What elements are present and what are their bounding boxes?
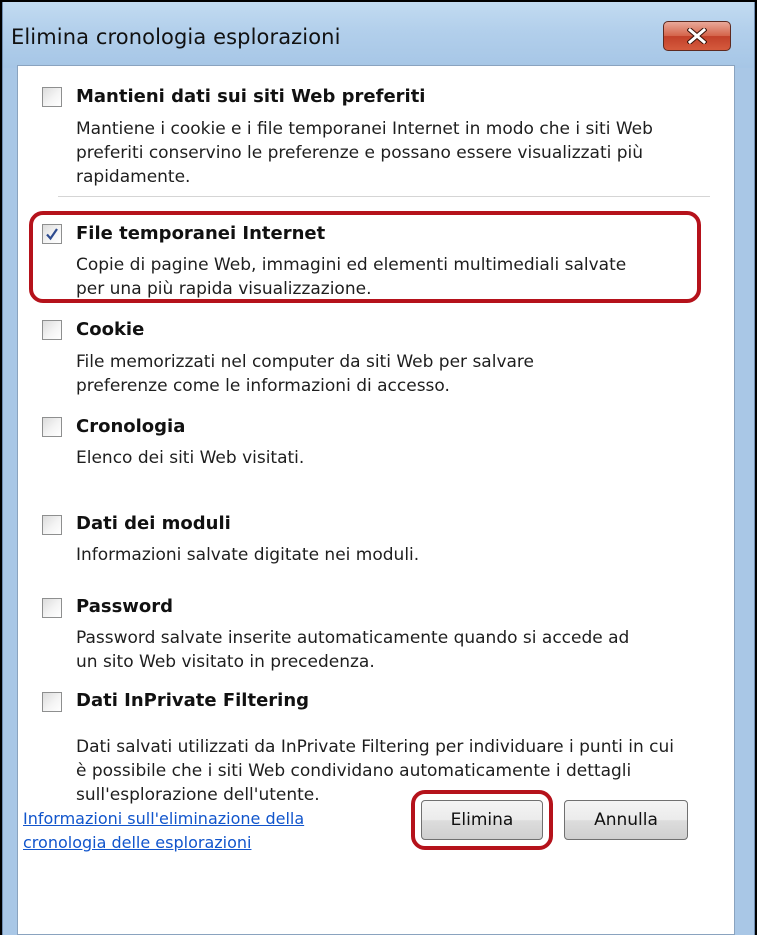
help-link-line1[interactable]: Informazioni sull'eliminazione della <box>23 809 304 828</box>
option-desc-preferiti-line3: rapidamente. <box>76 167 191 187</box>
option-desc-cronologia-line1: Elenco dei siti Web visitati. <box>76 448 305 468</box>
checkbox-mantieni-preferiti[interactable] <box>42 87 62 107</box>
checkbox-cookie[interactable] <box>42 320 62 340</box>
option-desc-preferiti-line2: preferiti conservino le preferenze e pos… <box>76 143 644 163</box>
option-title-password: Password <box>76 596 174 617</box>
checkbox-dati-moduli[interactable] <box>42 515 62 535</box>
option-title-cookie: Cookie <box>76 319 145 340</box>
dialog-window: Elimina cronologia esplorazioni Mantieni… <box>2 2 755 935</box>
close-x-icon <box>687 28 707 44</box>
option-title-temporanei: File temporanei Internet <box>76 223 326 244</box>
checkbox-file-temporanei[interactable] <box>42 224 62 244</box>
help-link-line2[interactable]: cronologia delle esplorazioni <box>23 833 251 852</box>
option-desc-temporanei-line1: Copie di pagine Web, immagini ed element… <box>76 255 627 275</box>
checkbox-password[interactable] <box>42 598 62 618</box>
title-bar[interactable]: Elimina cronologia esplorazioni <box>3 2 754 68</box>
option-desc-password-line2: un sito Web visitato in precedenza. <box>76 652 375 672</box>
cancel-button[interactable]: Annulla <box>564 800 688 840</box>
option-desc-inprivate-line1: Dati salvati utilizzati da InPrivate Fil… <box>76 737 675 757</box>
checkbox-cronologia[interactable] <box>42 417 62 437</box>
option-desc-password-line1: Password salvate inserite automaticament… <box>76 628 630 648</box>
checkbox-inprivate-filtering[interactable] <box>42 692 62 712</box>
window-title: Elimina cronologia esplorazioni <box>11 25 341 49</box>
checkmark-icon <box>46 228 58 241</box>
option-desc-cookie-line2: preferenze come le informazioni di acces… <box>76 376 450 396</box>
option-desc-temporanei-line2: per una più rapida visualizzazione. <box>76 279 372 299</box>
option-desc-cookie-line1: File memorizzati nel computer da siti We… <box>76 352 534 372</box>
option-title-inprivate: Dati InPrivate Filtering <box>76 690 310 711</box>
option-desc-inprivate-line2: è possibile che i siti Web condividano a… <box>76 761 632 781</box>
option-desc-moduli-line1: Informazioni salvate digitate nei moduli… <box>76 545 420 565</box>
separator <box>58 196 710 197</box>
delete-button[interactable]: Elimina <box>421 800 543 840</box>
help-link[interactable]: Informazioni sull'eliminazione della cro… <box>23 807 304 855</box>
option-desc-preferiti-line1: Mantiene i cookie e i file temporanei In… <box>76 119 653 139</box>
option-title-preferiti: Mantieni dati sui siti Web preferiti <box>76 86 426 107</box>
option-desc-inprivate-line3: sull'esplorazione dell'utente. <box>76 785 320 805</box>
option-title-moduli: Dati dei moduli <box>76 513 231 534</box>
option-title-cronologia: Cronologia <box>76 416 186 437</box>
close-button[interactable] <box>663 21 731 51</box>
frame-border-right <box>755 0 757 935</box>
